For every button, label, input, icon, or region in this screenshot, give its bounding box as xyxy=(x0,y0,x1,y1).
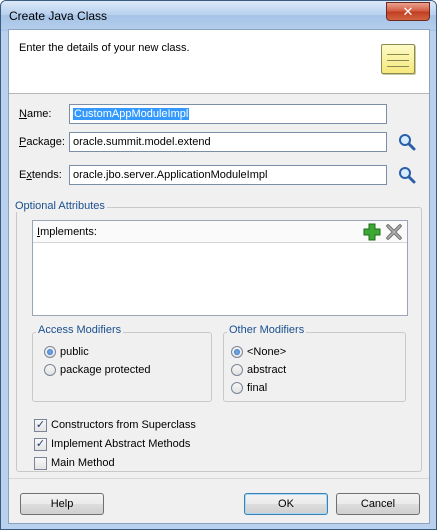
java-class-note-icon xyxy=(381,44,415,74)
final-radio[interactable] xyxy=(231,382,243,394)
abstract-label: abstract xyxy=(247,364,287,376)
package-protected-radio[interactable] xyxy=(44,364,56,376)
name-value: CustomAppModuleImpl xyxy=(73,108,190,120)
plus-icon[interactable] xyxy=(363,223,381,241)
main-method-checkbox[interactable] xyxy=(34,457,47,470)
optional-attributes-legend: Optional Attributes xyxy=(13,200,107,212)
name-label: Name: xyxy=(19,108,52,120)
title-bar: Create Java Class ✕ xyxy=(1,1,436,29)
header-instruction: Enter the details of your new class. xyxy=(19,42,190,54)
window-title: Create Java Class xyxy=(9,9,108,23)
other-modifiers-legend: Other Modifiers xyxy=(227,324,307,336)
extends-label: Extends: xyxy=(19,169,62,181)
implement-abstract-label: Implement Abstract Methods xyxy=(51,438,191,450)
constructors-label: Constructors from Superclass xyxy=(51,419,196,431)
cancel-button[interactable]: Cancel xyxy=(336,493,420,515)
package-label: Package: xyxy=(19,136,65,148)
package-field[interactable]: oracle.summit.model.extend xyxy=(69,132,387,152)
constructors-checkbox[interactable]: ✓ xyxy=(34,419,47,432)
main-method-label: Main Method xyxy=(51,457,115,469)
none-label: <None> xyxy=(247,346,287,358)
package-protected-label: package protected xyxy=(60,364,151,376)
public-radio[interactable] xyxy=(44,346,56,358)
footer-divider xyxy=(9,478,429,479)
remove-x-icon[interactable] xyxy=(385,223,403,241)
implement-abstract-checkbox[interactable]: ✓ xyxy=(34,438,47,451)
help-button[interactable]: Help xyxy=(20,493,104,515)
implements-label: Implements: xyxy=(37,226,97,238)
header-band: Enter the details of your new class. xyxy=(9,30,429,94)
access-modifiers-legend: Access Modifiers xyxy=(36,324,124,336)
package-search-icon[interactable] xyxy=(397,132,417,152)
abstract-radio[interactable] xyxy=(231,364,243,376)
final-label: final xyxy=(247,382,268,394)
extends-field[interactable]: oracle.jbo.server.ApplicationModuleImpl xyxy=(69,165,387,185)
name-field[interactable]: CustomAppModuleImpl xyxy=(69,104,387,124)
implements-list[interactable]: Implements: xyxy=(32,220,408,316)
extends-search-icon[interactable] xyxy=(397,165,417,185)
implements-header: Implements: xyxy=(33,221,407,243)
public-label: public xyxy=(60,346,89,358)
close-button[interactable]: ✕ xyxy=(386,2,430,21)
none-radio[interactable] xyxy=(231,346,243,358)
ok-button[interactable]: OK xyxy=(244,493,328,515)
create-java-class-dialog: Create Java Class ✕ Enter the details of… xyxy=(0,0,437,530)
dialog-body: Enter the details of your new class. Nam… xyxy=(8,29,430,524)
